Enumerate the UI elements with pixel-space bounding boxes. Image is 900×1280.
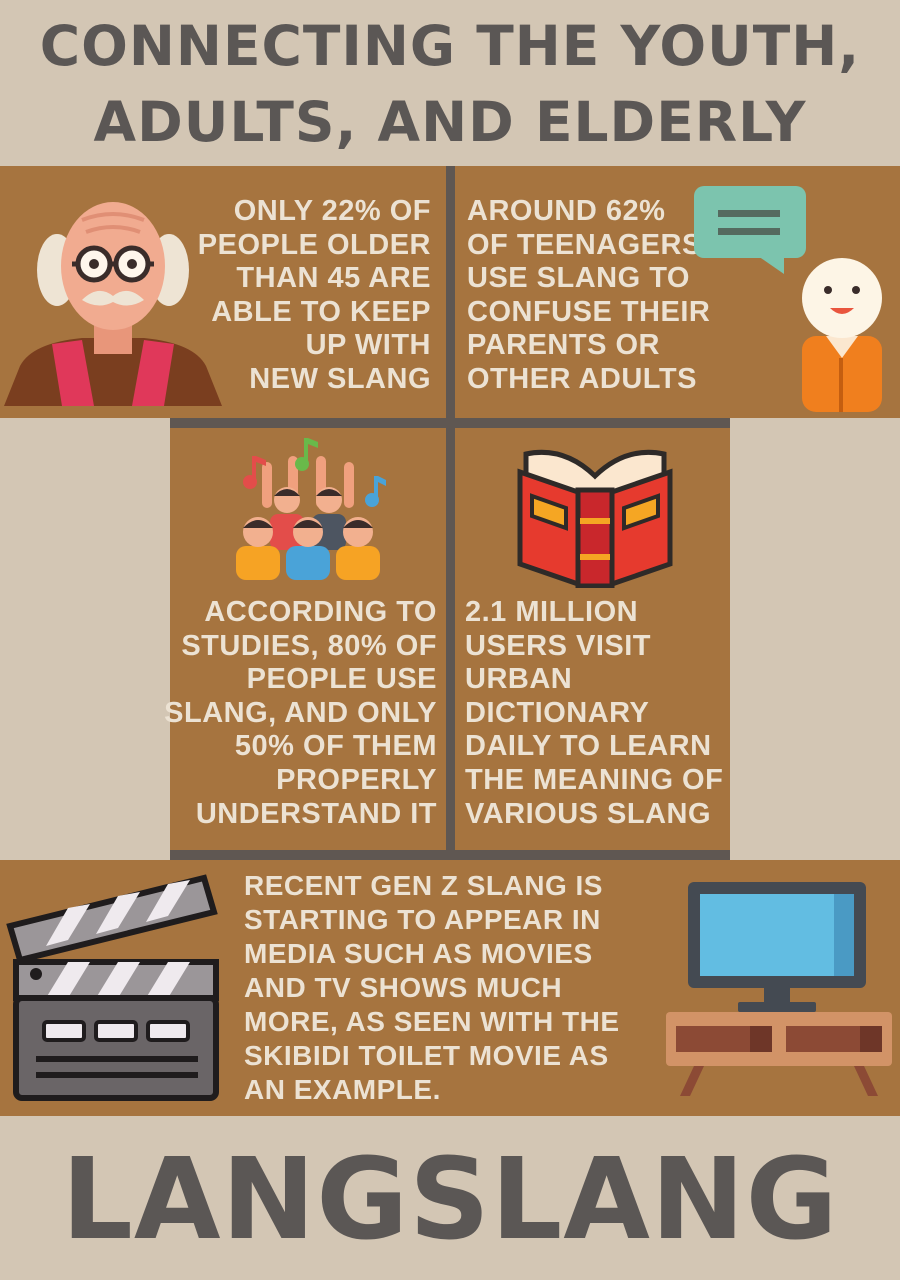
stat-line: UP WITH [305, 329, 431, 362]
stat-line: AND TV SHOWS MUCH [244, 972, 563, 1003]
stat-line: AROUND 62% [467, 195, 666, 227]
stat-line: SLANG, AND ONLY [164, 696, 437, 729]
stat-line: USERS VISIT [465, 629, 651, 662]
stat-urban-dictionary: 2.1 MILLION USERS VISIT URBAN DICTIONARY… [465, 596, 723, 831]
stat-older-adults: ONLY 22% OF PEOPLE OLDER THAN 45 ARE ABL… [198, 195, 431, 397]
television-icon [666, 882, 892, 1096]
stat-line: OTHER ADULTS [467, 362, 697, 395]
stat-line: MORE, AS SEEN WITH THE [244, 1006, 620, 1037]
stat-line: NEW SLANG [249, 362, 431, 395]
stat-line: THE MEANING OF [465, 763, 724, 796]
young-person-icon [802, 258, 882, 412]
stat-studies: ACCORDING TO STUDIES, 80% OF PEOPLE USE … [164, 596, 437, 831]
stat-line: 2.1 MILLION [465, 596, 639, 628]
open-book-icon [517, 449, 673, 588]
stat-line: AN EXAMPLE. [244, 1074, 441, 1105]
stat-line: STARTING TO APPEAR IN [244, 904, 601, 935]
stat-line: ONLY 22% OF [233, 195, 431, 227]
stat-line: PEOPLE USE [246, 663, 437, 696]
stat-line: SKIBIDI TOILET MOVIE AS [244, 1040, 609, 1071]
stat-line: ABLE TO KEEP [211, 295, 431, 328]
stat-line: DAILY TO LEARN [465, 730, 712, 763]
page-title: CONNECTING THE YOUTH, ADULTS, AND ELDERL… [0, 8, 900, 160]
stat-line: VARIOUS SLANG [465, 797, 712, 830]
clapperboard-icon [6, 874, 219, 1101]
stat-line: DICTIONARY [465, 696, 650, 729]
middle-vertical-divider [446, 418, 455, 860]
stat-line: STUDIES, 80% OF [181, 629, 437, 662]
stat-line: 50% OF THEM [234, 730, 437, 763]
stat-line: PEOPLE OLDER [197, 228, 431, 261]
stat-line: OF TEENAGERS [467, 228, 702, 261]
stat-line: RECENT GEN Z SLANG IS [244, 870, 603, 901]
stat-media: RECENT GEN Z SLANG IS STARTING TO APPEAR… [244, 869, 620, 1107]
stat-line: THAN 45 ARE [236, 262, 431, 295]
stat-teenagers: AROUND 62% OF TEENAGERS USE SLANG TO CON… [467, 195, 710, 397]
stat-line: USE SLANG TO [467, 262, 690, 295]
stat-line: MEDIA SUCH AS MOVIES [244, 938, 593, 969]
stat-line: PROPERLY [276, 763, 437, 796]
stat-line: ACCORDING TO [204, 596, 437, 628]
stat-line: CONFUSE THEIR [467, 295, 711, 328]
speech-bubble-icon [694, 186, 806, 274]
middle-bottom-divider [170, 850, 730, 860]
title-line-1: CONNECTING THE YOUTH, [39, 14, 861, 78]
stat-line: UNDERSTAND IT [195, 797, 437, 830]
old-man-icon [4, 202, 222, 406]
stat-line: PARENTS OR [467, 329, 660, 362]
top-divider [446, 166, 455, 418]
stat-line: URBAN [465, 663, 573, 696]
brand-name: LANGSLANG [61, 1135, 839, 1265]
music-note-icon [243, 438, 386, 507]
title-line-2: ADULTS, AND ELDERLY [93, 90, 807, 154]
